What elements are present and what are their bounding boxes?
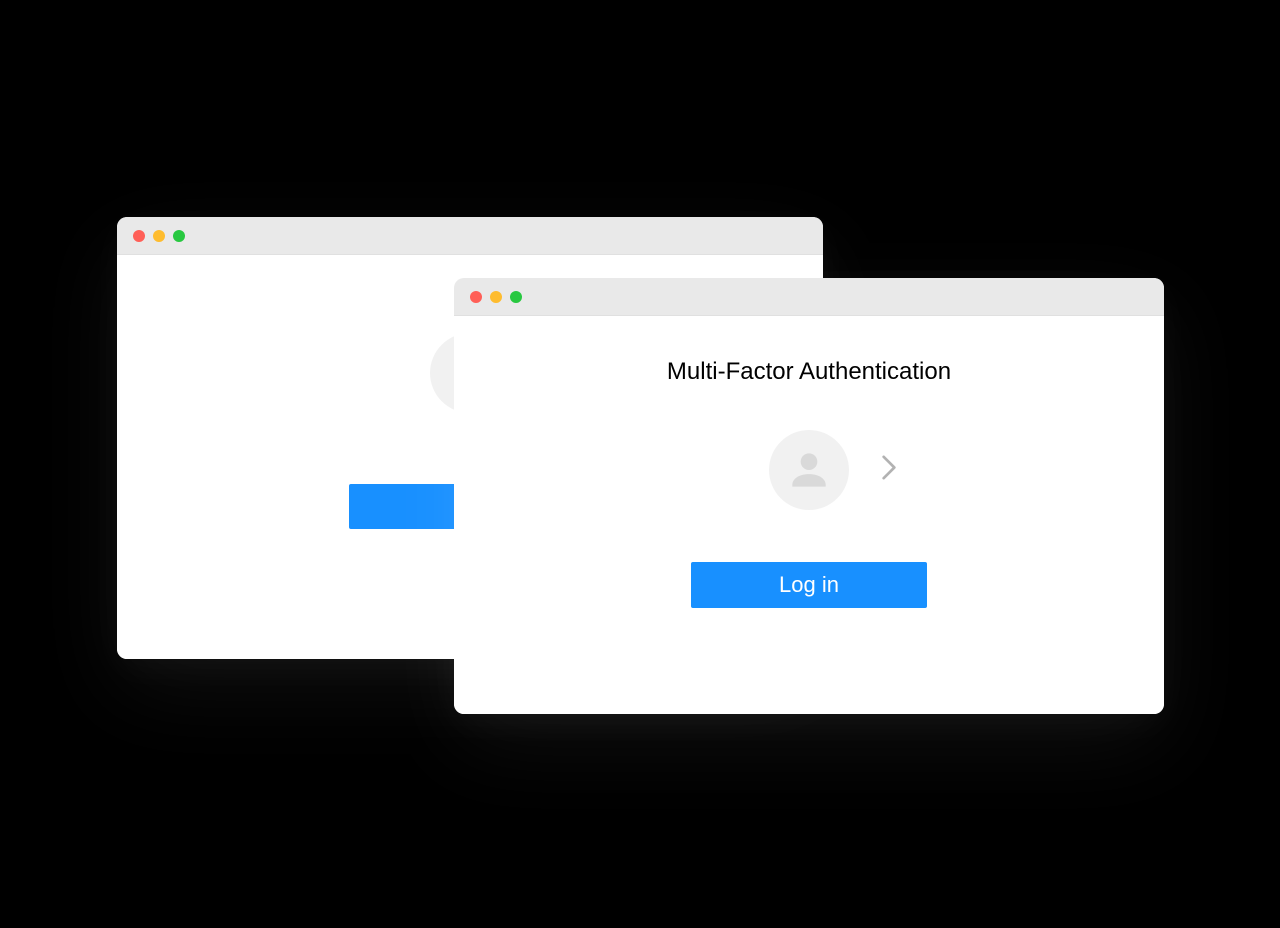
zoom-icon[interactable] — [173, 230, 185, 242]
minimize-icon[interactable] — [153, 230, 165, 242]
minimize-icon[interactable] — [490, 291, 502, 303]
titlebar-back — [117, 217, 823, 255]
login-button[interactable]: Log in — [691, 562, 927, 608]
page-title: Multi-Factor Authentication — [667, 358, 951, 386]
login-window-front: Multi-Factor Authentication Log in — [454, 278, 1164, 714]
avatar-icon[interactable] — [769, 430, 849, 510]
chevron-right-icon[interactable] — [881, 456, 897, 485]
person-icon — [784, 445, 834, 495]
zoom-icon[interactable] — [510, 291, 522, 303]
titlebar-front — [454, 278, 1164, 316]
close-icon[interactable] — [470, 291, 482, 303]
window-front-content: Multi-Factor Authentication Log in — [454, 316, 1164, 714]
account-selector-row — [454, 430, 1164, 510]
close-icon[interactable] — [133, 230, 145, 242]
